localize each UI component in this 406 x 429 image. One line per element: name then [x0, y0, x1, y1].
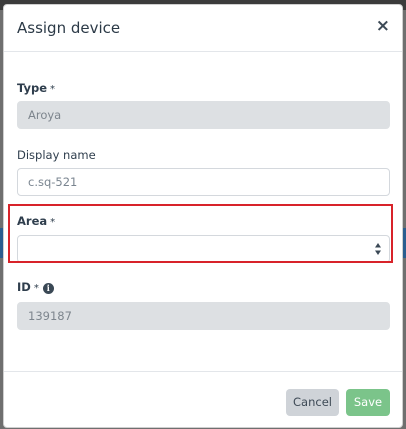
id-required-marker: * — [33, 283, 39, 294]
modal-footer: Cancel Save — [4, 371, 402, 429]
id-field: 139187 — [17, 302, 390, 330]
id-label: ID * i — [17, 280, 54, 294]
id-label-text: ID — [17, 280, 31, 294]
display-name-label: Display name — [17, 148, 96, 162]
modal-title: Assign device — [17, 19, 121, 37]
cancel-button[interactable]: Cancel — [286, 389, 339, 416]
modal-header: Assign device × — [4, 5, 402, 52]
info-icon[interactable]: i — [42, 283, 54, 294]
type-field: Aroya — [17, 101, 390, 129]
type-required-marker: * — [50, 84, 56, 95]
area-field-highlight — [8, 204, 393, 263]
type-label: Type * — [17, 81, 55, 95]
type-label-text: Type — [17, 81, 48, 95]
close-button[interactable]: × — [376, 18, 390, 35]
display-name-input[interactable]: c.sq-521 — [17, 168, 390, 196]
save-button[interactable]: Save — [346, 389, 390, 416]
